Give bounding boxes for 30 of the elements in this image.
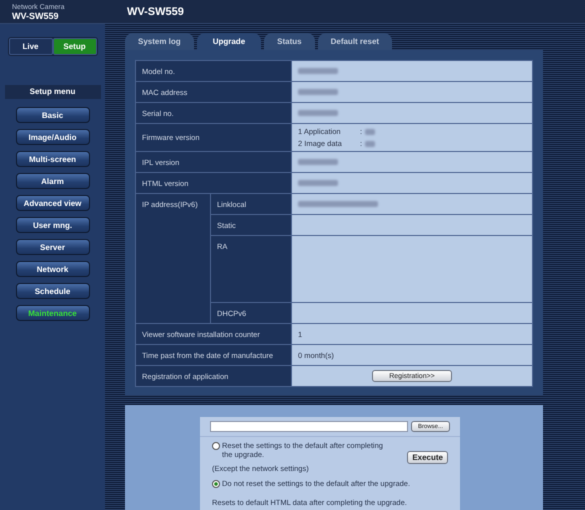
menu-button[interactable]: Image/Audio: [16, 129, 90, 145]
file-path-field[interactable]: [210, 421, 408, 432]
tab[interactable]: Status: [264, 33, 315, 50]
blurred-value: [298, 68, 338, 74]
menu-button[interactable]: Alarm: [16, 173, 90, 189]
menu-button[interactable]: Server: [16, 239, 90, 255]
blurred-value: [365, 140, 376, 146]
tab[interactable]: Default reset: [318, 33, 392, 50]
tab[interactable]: System log: [125, 33, 194, 50]
mode-button[interactable]: Live: [8, 38, 52, 55]
tab[interactable]: Upgrade: [196, 33, 262, 50]
blurred-value: [298, 110, 338, 116]
menu-button[interactable]: Basic: [16, 107, 90, 123]
menu-button[interactable]: Schedule: [16, 283, 90, 299]
blurred-value: [365, 128, 376, 134]
blurred-value: [298, 159, 338, 165]
menu-button[interactable]: User mng.: [16, 217, 90, 233]
setup-menu-title: Setup menu: [4, 85, 100, 99]
blurred-value: [298, 89, 338, 95]
menu-button[interactable]: Maintenance: [16, 305, 90, 321]
radio-button[interactable]: [212, 442, 220, 450]
model-label: WV-SW559: [12, 12, 60, 20]
radio-button[interactable]: [212, 480, 220, 488]
blurred-value: [298, 180, 338, 186]
menu-button[interactable]: Advanced view: [16, 195, 90, 211]
menu-button[interactable]: Network: [16, 261, 90, 277]
menu-button[interactable]: Multi-screen: [16, 151, 90, 167]
execute-button[interactable]: Execute: [407, 451, 448, 464]
page-title: WV-SW559: [126, 6, 184, 18]
mode-button[interactable]: Setup: [52, 38, 96, 55]
